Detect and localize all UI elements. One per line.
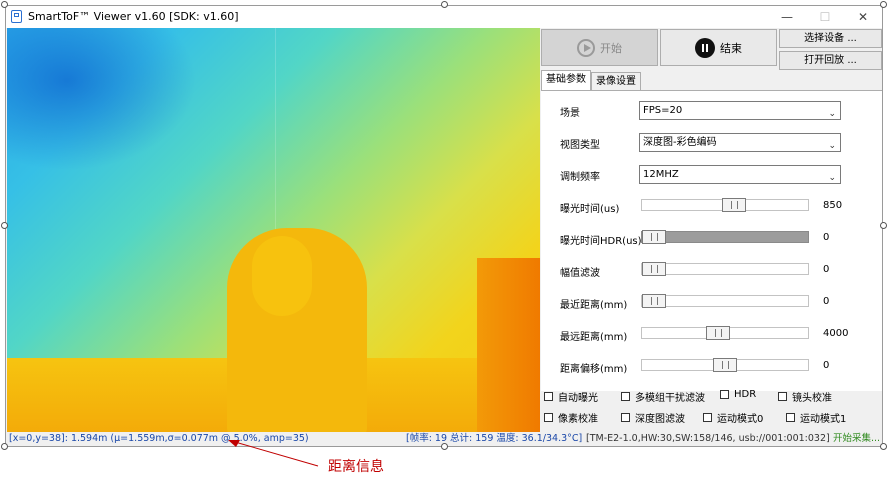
annotation-arrow-head xyxy=(228,440,240,447)
distance-info-annotation: 距离信息 xyxy=(328,459,384,475)
annotation-arrow-line xyxy=(234,441,319,467)
annotation-arrow xyxy=(228,440,319,467)
